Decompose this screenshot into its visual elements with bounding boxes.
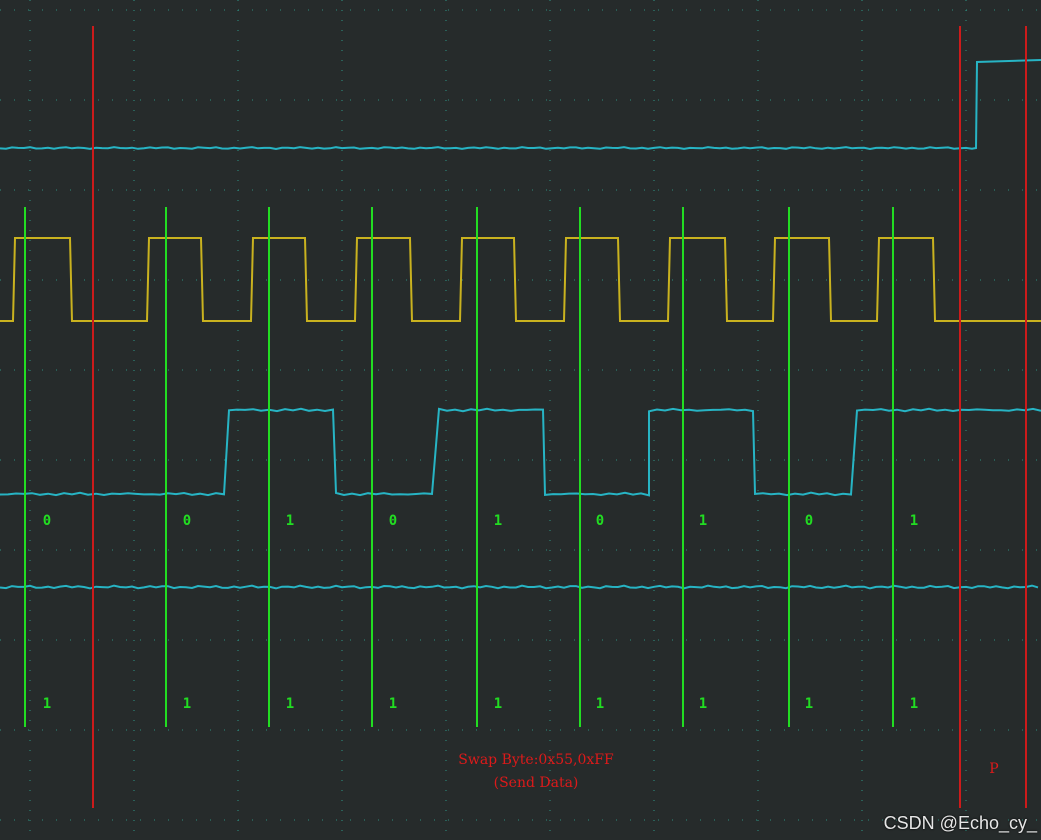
miso-bit-1: 1 [183, 696, 191, 712]
stop-marker-label: P [989, 761, 998, 777]
mosi-bit-3: 0 [389, 513, 397, 529]
mosi-bit-1: 0 [183, 513, 191, 529]
screen-background [0, 0, 1041, 840]
mosi-bit-6: 1 [699, 513, 707, 529]
miso-bit-5: 1 [596, 696, 604, 712]
mosi-bit-0: 0 [43, 513, 51, 529]
miso-bit-7: 1 [805, 696, 813, 712]
mosi-bit-5: 0 [596, 513, 604, 529]
miso-bit-3: 1 [389, 696, 397, 712]
oscilloscope-screen: 001010101 111111111 Swap Byte:0x55,0xFF … [0, 0, 1041, 840]
miso-bit-8: 1 [910, 696, 918, 712]
miso-bit-6: 1 [699, 696, 707, 712]
mosi-bit-4: 1 [494, 513, 502, 529]
miso-bit-0: 1 [43, 696, 51, 712]
miso-bit-4: 1 [494, 696, 502, 712]
mosi-bit-7: 0 [805, 513, 813, 529]
mosi-bit-8: 1 [910, 513, 918, 529]
send-data-annotation: (Send Data) [494, 775, 579, 791]
watermark: CSDN @Echo_cy_ [883, 813, 1037, 833]
swap-byte-annotation: Swap Byte:0x55,0xFF [458, 752, 614, 768]
mosi-bit-2: 1 [286, 513, 294, 529]
miso-bit-2: 1 [286, 696, 294, 712]
